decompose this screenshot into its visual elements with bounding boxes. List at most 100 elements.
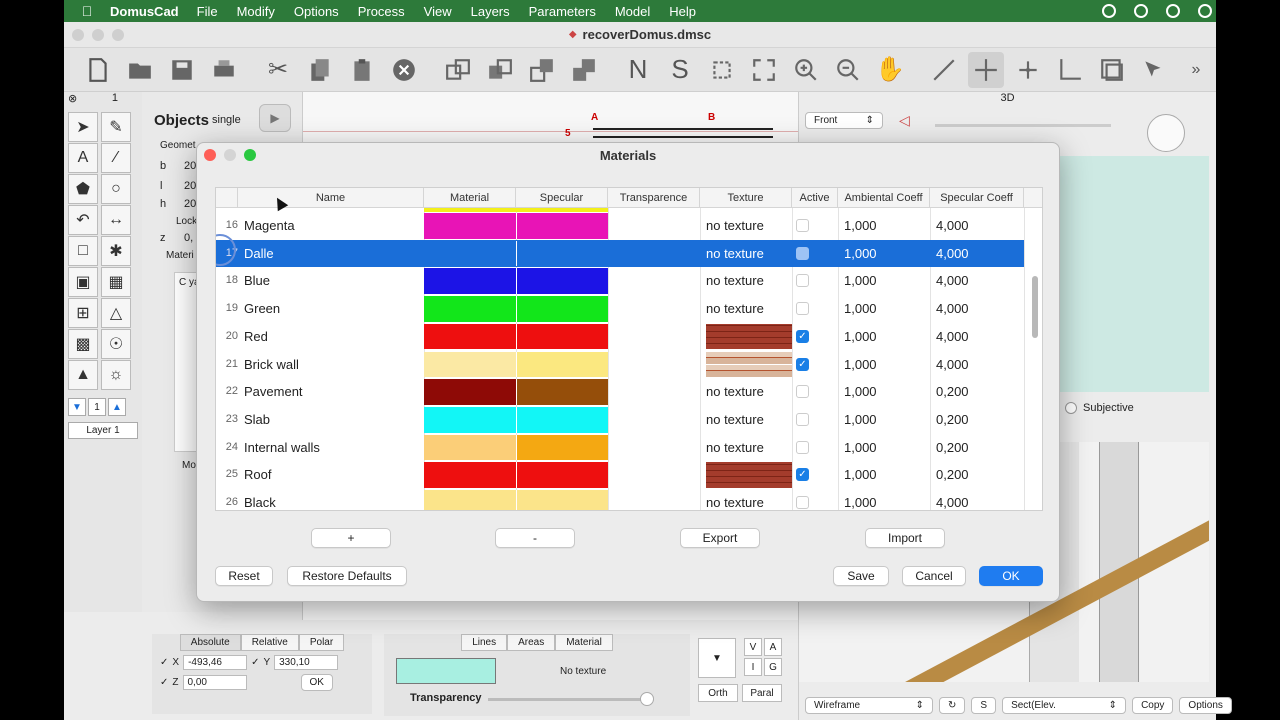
remove-material-button[interactable]: - xyxy=(495,528,575,548)
specular-color-cell[interactable] xyxy=(516,434,608,461)
arc-tool-icon[interactable]: ↶ xyxy=(68,205,98,235)
more-icon[interactable]: » xyxy=(1178,52,1214,88)
menu-options[interactable]: Options xyxy=(294,4,339,19)
menu-view[interactable]: View xyxy=(424,4,452,19)
b-value[interactable]: 20 xyxy=(184,160,196,172)
star-tool-icon[interactable]: ✱ xyxy=(101,236,131,266)
specular-color-cell[interactable] xyxy=(516,351,608,378)
select-icon[interactable] xyxy=(1136,52,1172,88)
app-name-menu[interactable]: DomusCad xyxy=(110,4,179,19)
ambiental-coeff-cell[interactable]: 1,000 xyxy=(844,240,877,268)
specular-color-cell[interactable] xyxy=(516,462,608,488)
text-tool-icon[interactable]: A xyxy=(68,143,98,173)
v-button[interactable]: V xyxy=(744,638,762,656)
open-folder-icon[interactable] xyxy=(122,52,158,88)
s-button[interactable]: S xyxy=(971,697,997,714)
zoom-window-button[interactable] xyxy=(112,29,124,41)
texture-cell[interactable]: no texture xyxy=(706,434,790,462)
specular-coeff-cell[interactable]: 4,000 xyxy=(936,351,969,379)
line-tool-icon[interactable] xyxy=(926,52,962,88)
specular-coeff-cell[interactable]: 0,200 xyxy=(936,461,969,489)
table-row[interactable]: 22 Pavement no texture 1,000 0,200 xyxy=(216,378,1024,406)
ambiental-coeff-cell[interactable]: 1,000 xyxy=(844,323,877,351)
table-row[interactable]: 21 Brick wall ✓ 1,000 4,000 xyxy=(216,351,1024,379)
layer-copy-icon[interactable] xyxy=(440,52,476,88)
x-check-icon[interactable]: ✓ xyxy=(160,657,168,668)
texture-cell[interactable]: no texture xyxy=(706,378,790,406)
col-active[interactable]: Active xyxy=(792,188,838,208)
zoom-in-icon[interactable] xyxy=(788,52,824,88)
specular-coeff-cell[interactable]: 4,000 xyxy=(936,212,969,240)
texture-cell[interactable]: no texture xyxy=(706,212,790,240)
active-checkbox[interactable] xyxy=(796,496,809,509)
window-tool-icon[interactable]: ⊞ xyxy=(68,298,98,328)
layer-down-button[interactable]: ▼ xyxy=(68,398,86,416)
texture-cell[interactable]: no texture xyxy=(706,267,790,295)
line-draw-icon[interactable]: ∕ xyxy=(101,143,131,173)
axes-icon[interactable] xyxy=(1052,52,1088,88)
layer-up-icon[interactable] xyxy=(524,52,560,88)
specular-color-cell[interactable] xyxy=(516,268,608,295)
material-name-cell[interactable]: Brick wall xyxy=(244,351,299,379)
close-panel-icon[interactable]: ⊗ xyxy=(68,92,77,108)
south-icon[interactable]: S xyxy=(662,52,698,88)
terrain-tool-icon[interactable]: ▲ xyxy=(68,360,98,390)
tab-material[interactable]: Material xyxy=(555,634,613,651)
paral-button[interactable]: Paral xyxy=(742,684,782,702)
dialog-close-button[interactable] xyxy=(204,149,216,161)
import-button[interactable]: Import xyxy=(865,528,945,548)
ambiental-coeff-cell[interactable]: 1,000 xyxy=(844,434,877,462)
specular-coeff-cell[interactable]: 4,000 xyxy=(936,323,969,351)
copy-icon[interactable] xyxy=(302,52,338,88)
material-color-cell[interactable] xyxy=(424,462,516,488)
north-icon[interactable]: N xyxy=(620,52,656,88)
table-row[interactable]: 17 Dalle no texture 1,000 4,000 xyxy=(216,239,1024,268)
coords-ok-button[interactable]: OK xyxy=(300,674,333,691)
material-color-cell[interactable] xyxy=(424,351,516,378)
material-name-cell[interactable]: Magenta xyxy=(244,212,295,240)
orth-button[interactable]: Orth xyxy=(698,684,738,702)
sofa-tool-icon[interactable]: ▩ xyxy=(68,329,98,359)
l-value[interactable]: 20 xyxy=(184,180,196,192)
col-specular-coeff[interactable]: Specular Coeff xyxy=(930,188,1024,208)
reset-button[interactable]: Reset xyxy=(215,566,273,586)
close-window-button[interactable] xyxy=(72,29,84,41)
material-color-cell[interactable] xyxy=(424,240,516,267)
export-button[interactable]: Export xyxy=(680,528,760,548)
table-row[interactable]: 25 Roof ✓ 1,000 0,200 xyxy=(216,461,1024,489)
fullscreen-icon[interactable] xyxy=(746,52,782,88)
fit-icon[interactable] xyxy=(704,52,740,88)
record-icon[interactable] xyxy=(1102,4,1116,18)
a-button[interactable]: A xyxy=(764,638,782,656)
texture-image-cell[interactable] xyxy=(706,351,792,378)
dialog-minimize-button[interactable] xyxy=(224,149,236,161)
slider-thumb[interactable] xyxy=(640,692,654,706)
table-row[interactable]: 23 Slab no texture 1,000 0,200 xyxy=(216,406,1024,434)
snap-icon[interactable] xyxy=(1010,52,1046,88)
z-field[interactable]: 0,00 xyxy=(182,675,247,690)
ambiental-coeff-cell[interactable]: 1,000 xyxy=(844,461,877,489)
texture-image-cell[interactable] xyxy=(706,323,792,350)
tab-polar[interactable]: Polar xyxy=(298,634,345,651)
pencil-tool-icon[interactable]: ✎ xyxy=(101,112,131,142)
active-checkbox[interactable] xyxy=(796,219,809,232)
save-icon[interactable] xyxy=(164,52,200,88)
specular-coeff-cell[interactable]: 4,000 xyxy=(936,267,969,295)
material-name-cell[interactable]: Slab xyxy=(244,406,270,434)
vertical-scrollbar[interactable] xyxy=(1032,276,1038,338)
texture-cell[interactable]: no texture xyxy=(706,489,790,510)
material-name-cell[interactable]: Blue xyxy=(244,267,270,295)
texture-image-cell[interactable] xyxy=(706,462,792,488)
active-checkbox[interactable]: ✓ xyxy=(796,357,809,371)
menu-model[interactable]: Model xyxy=(615,4,650,19)
ambiental-coeff-cell[interactable]: 1,000 xyxy=(844,295,877,323)
options-button[interactable]: Options xyxy=(1179,697,1232,714)
table-row[interactable]: 18 Blue no texture 1,000 4,000 xyxy=(216,267,1024,295)
g-button[interactable]: G xyxy=(764,658,782,676)
dialog-zoom-button[interactable] xyxy=(244,149,256,161)
texture-cell[interactable]: no texture xyxy=(706,239,790,268)
col-name[interactable]: Name xyxy=(238,188,424,208)
paste-icon[interactable] xyxy=(344,52,380,88)
save-button[interactable]: Save xyxy=(833,566,889,586)
refresh-icon[interactable]: ↻ xyxy=(939,697,966,714)
